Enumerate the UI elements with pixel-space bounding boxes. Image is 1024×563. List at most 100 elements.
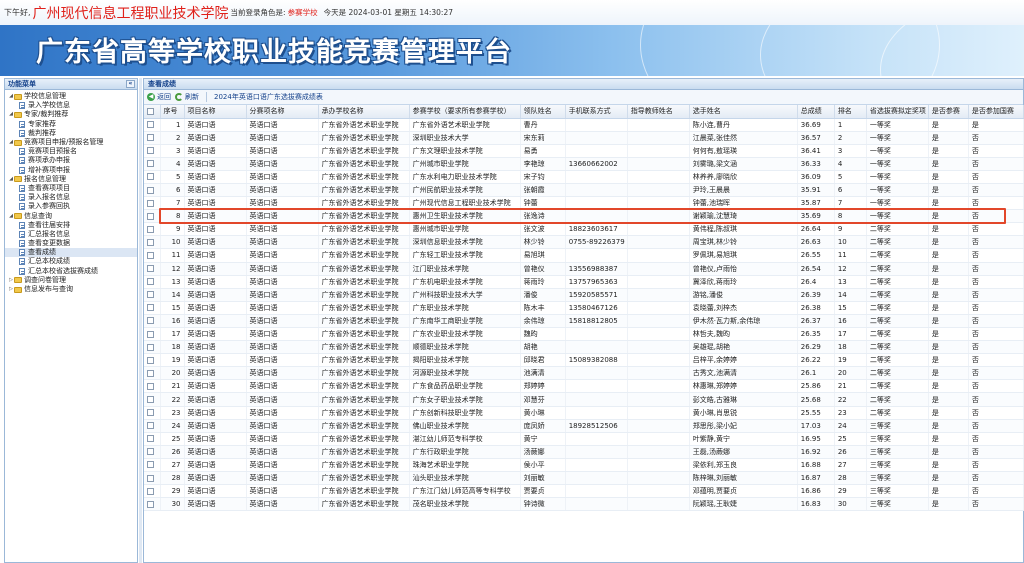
table-row[interactable]: 29 英语口语 英语口语 广东省外语艺术职业学院 广东江门幼儿师范高等专科学校 贾要贞 邓蕴… <box>144 484 1024 499</box>
row-checkbox[interactable] <box>147 291 154 299</box>
column-header[interactable]: 参赛学校（要求所有参赛学校） <box>409 105 521 119</box>
menu-item[interactable]: 汇总本校成绩 <box>5 257 137 266</box>
select-all-checkbox[interactable] <box>147 107 154 115</box>
table-row[interactable]: 25 英语口语 英语口语 广东省外语艺术职业学院 湛江幼儿师范专科学校 黄宁 叶紫静,黄宁 1… <box>144 432 1024 446</box>
menu-item[interactable]: ◢ 报名信息管理 <box>5 175 137 184</box>
table-row[interactable]: 26 英语口语 英语口语 广东省外语艺术职业学院 广东行政职业学院 汤蕨娜 王磊,汤蕨娜 16… <box>144 445 1024 459</box>
row-checkbox[interactable] <box>147 304 154 312</box>
row-checkbox[interactable] <box>147 435 154 443</box>
column-header[interactable]: 是否参赛 <box>928 105 969 119</box>
table-row[interactable]: 23 英语口语 英语口语 广东省外语艺术职业学院 广东创新科技职业学院 黄小琳 黄小琳,肖思… <box>144 406 1024 420</box>
table-row[interactable]: 1 英语口语 英语口语 广东省外语艺术职业学院 广东省外语艺术职业学院 曹丹 陈小连,曹丹 3… <box>144 118 1024 132</box>
menu-item[interactable]: 汇总报名信息 <box>5 230 137 239</box>
row-checkbox[interactable] <box>147 212 154 220</box>
table-row[interactable]: 14 英语口语 英语口语 广东省外语艺术职业学院 广州科技职业技术大学 潘俊 1592058… <box>144 288 1024 302</box>
table-row[interactable]: 12 英语口语 英语口语 广东省外语艺术职业学院 江门职业技术学院 曾艳仪 13556988… <box>144 262 1024 276</box>
table-row[interactable]: 11 英语口语 英语口语 广东省外语艺术职业学院 广东轻工职业技术学院 易旭琪 罗佩琪,易旭… <box>144 248 1024 263</box>
menu-item[interactable]: 查看成绩 <box>5 248 137 258</box>
column-header[interactable]: 序号 <box>160 105 185 119</box>
row-checkbox[interactable] <box>147 317 154 325</box>
row-checkbox[interactable] <box>147 265 154 273</box>
menu-item[interactable]: ▷ 调查问卷管理 <box>5 276 137 285</box>
row-checkbox[interactable] <box>147 474 154 482</box>
menu-item[interactable]: ◢ 学校信息管理 <box>5 92 137 101</box>
menu-item[interactable]: 录入参赛回执 <box>5 202 137 211</box>
table-row[interactable]: 21 英语口语 英语口语 广东省外语艺术职业学院 广东食品药品职业学院 郑婷婷 林惠琳,郑婷… <box>144 379 1024 394</box>
row-checkbox[interactable] <box>147 369 154 377</box>
menu-item[interactable]: ▷ 信息发布与查询 <box>5 285 137 294</box>
column-header[interactable]: 总成绩 <box>797 105 835 119</box>
column-header[interactable]: 排名 <box>834 105 867 119</box>
table-row[interactable]: 10 英语口语 英语口语 广东省外语艺术职业学院 深圳信息职业技术学院 林少铃 0755-8… <box>144 235 1024 250</box>
back-button[interactable]: ◀ 返回 <box>147 92 171 102</box>
table-row[interactable]: 17 英语口语 英语口语 广东省外语艺术职业学院 广东农业职业技术学院 魏昀 林哲夫,魏昀 2… <box>144 327 1024 342</box>
row-checkbox[interactable] <box>147 186 154 194</box>
menu-item[interactable]: 查看赛项项目 <box>5 184 137 193</box>
menu-item[interactable]: ◢ 信息查询 <box>5 211 137 220</box>
menu-item[interactable]: 增补赛项申报 <box>5 166 137 175</box>
table-row[interactable]: 13 英语口语 英语口语 广东省外语艺术职业学院 广东机电职业技术学院 蒋雨玲 137579… <box>144 275 1024 289</box>
column-header[interactable]: 分赛项名称 <box>246 105 319 119</box>
column-header[interactable]: 项目名称 <box>184 105 247 119</box>
table-row[interactable]: 20 英语口语 英语口语 广东省外语艺术职业学院 河源职业技术学院 池满清 古秀文,池满清 2… <box>144 366 1024 381</box>
refresh-button[interactable]: 刷新 <box>175 92 199 102</box>
table-row[interactable]: 9 英语口语 英语口语 广东省外语艺术职业学院 惠州城市职业学院 张文波 188236036… <box>144 222 1024 237</box>
table-row[interactable]: 2 英语口语 英语口语 广东省外语艺术职业学院 深圳职业技术大学 宋东莉 江晨菜,张佳然 36… <box>144 131 1024 145</box>
table-row[interactable]: 3 英语口语 英语口语 广东省外语艺术职业学院 广东文理职业技术学院 易勇 何何有,敖瑶瑛 3… <box>144 144 1024 158</box>
menu-item[interactable]: 汇总本校省选拔赛成绩 <box>5 267 137 276</box>
row-checkbox[interactable] <box>147 396 154 404</box>
row-checkbox[interactable] <box>147 173 154 181</box>
row-checkbox[interactable] <box>147 461 154 469</box>
row-checkbox[interactable] <box>147 134 154 142</box>
row-checkbox[interactable] <box>147 121 154 129</box>
menu-item[interactable]: 竞赛项目预报名 <box>5 147 137 156</box>
row-checkbox[interactable] <box>147 225 154 233</box>
menu-item[interactable]: 裁判推荐 <box>5 129 137 138</box>
table-row[interactable]: 18 英语口语 英语口语 广东省外语艺术职业学院 顺德职业技术学院 胡艳 吴雄琨,胡艳 26.… <box>144 340 1024 355</box>
row-checkbox[interactable] <box>147 487 154 495</box>
menu-item[interactable]: 录入学校信息 <box>5 101 137 110</box>
row-checkbox[interactable] <box>147 382 154 390</box>
table-row[interactable]: 27 英语口语 英语口语 广东省外语艺术职业学院 珠海艺术职业学院 侯小平 梁依利,郑玉良 1… <box>144 458 1024 473</box>
menu-item[interactable]: ◢ 竞赛项目申报/预报名管理 <box>5 138 137 147</box>
table-row[interactable]: 30 英语口语 英语口语 广东省外语艺术职业学院 茂名职业技术学院 钟诗微 阮颖瑶,王耿婕 1… <box>144 497 1024 512</box>
row-checkbox[interactable] <box>147 500 154 508</box>
row-checkbox[interactable] <box>147 330 154 338</box>
column-header[interactable]: 是否参加国赛 <box>968 105 1024 119</box>
table-row[interactable]: 28 英语口语 英语口语 广东省外语艺术职业学院 汕头职业技术学院 刘丽敏 陈梓琳,刘丽敏 1… <box>144 471 1024 486</box>
row-checkbox[interactable] <box>147 147 154 155</box>
row-checkbox[interactable] <box>147 251 154 259</box>
column-header[interactable]: 承办学校名称 <box>318 105 410 119</box>
row-checkbox[interactable] <box>147 160 154 168</box>
table-row[interactable]: 16 英语口语 英语口语 广东省外语艺术职业学院 广东南华工商职业学院 余伟琼 158188… <box>144 314 1024 329</box>
menu-item[interactable]: 查看往届安排 <box>5 221 137 230</box>
table-row[interactable]: 19 英语口语 英语口语 广东省外语艺术职业学院 揭阳职业技术学院 邱晓君 15089382… <box>144 353 1024 368</box>
row-checkbox[interactable] <box>147 343 154 351</box>
row-checkbox[interactable] <box>147 278 154 286</box>
row-checkbox[interactable] <box>147 356 154 364</box>
column-header[interactable]: 选手姓名 <box>689 105 798 119</box>
table-row[interactable]: 5 英语口语 英语口语 广东省外语艺术职业学院 广东水利电力职业技术学院 宋子钧 林养养,廖… <box>144 170 1024 184</box>
row-checkbox[interactable] <box>147 409 154 417</box>
panel-splitter[interactable] <box>139 78 142 563</box>
table-row[interactable]: 8 英语口语 英语口语 广东省外语艺术职业学院 惠州卫生职业技术学院 张逸诗 谢颖瑜,沈慧琦… <box>144 209 1024 224</box>
table-row[interactable]: 15 英语口语 英语口语 广东省外语艺术职业学院 广东职业技术学院 陈木丰 13580467… <box>144 301 1024 315</box>
column-header[interactable]: 省选拔赛拟定奖项 <box>866 105 929 119</box>
menu-item[interactable]: 查看变更数据 <box>5 239 137 248</box>
table-row[interactable]: 24 英语口语 英语口语 广东省外语艺术职业学院 佛山职业技术学院 庞凤娇 18928512… <box>144 419 1024 433</box>
collapse-sidebar-button[interactable]: « <box>126 80 135 88</box>
menu-item[interactable]: 赛项承办申报 <box>5 156 137 165</box>
table-row[interactable]: 7 英语口语 英语口语 广东省外语艺术职业学院 广州现代信息工程职业技术学院 钟蕾 钟蕾,池… <box>144 196 1024 211</box>
column-header[interactable]: 手机联系方式 <box>565 105 628 119</box>
table-row[interactable]: 6 英语口语 英语口语 广东省外语艺术职业学院 广州民航职业技术学院 张朝霞 尹玲,王晨晨 3… <box>144 183 1024 198</box>
column-header[interactable]: 领队姓名 <box>520 105 566 119</box>
row-checkbox[interactable] <box>147 199 154 207</box>
menu-item[interactable]: ◢ 专家/裁判推荐 <box>5 110 137 119</box>
menu-item[interactable]: 录入报名信息 <box>5 193 137 202</box>
menu-item[interactable]: 专家推荐 <box>5 120 137 129</box>
table-row[interactable]: 4 英语口语 英语口语 广东省外语艺术职业学院 广州城市职业学院 李艳琼 136606620… <box>144 157 1024 171</box>
column-header[interactable]: 指导教师姓名 <box>627 105 690 119</box>
row-checkbox[interactable] <box>147 422 154 430</box>
row-checkbox[interactable] <box>147 448 154 456</box>
row-checkbox[interactable] <box>147 238 154 246</box>
